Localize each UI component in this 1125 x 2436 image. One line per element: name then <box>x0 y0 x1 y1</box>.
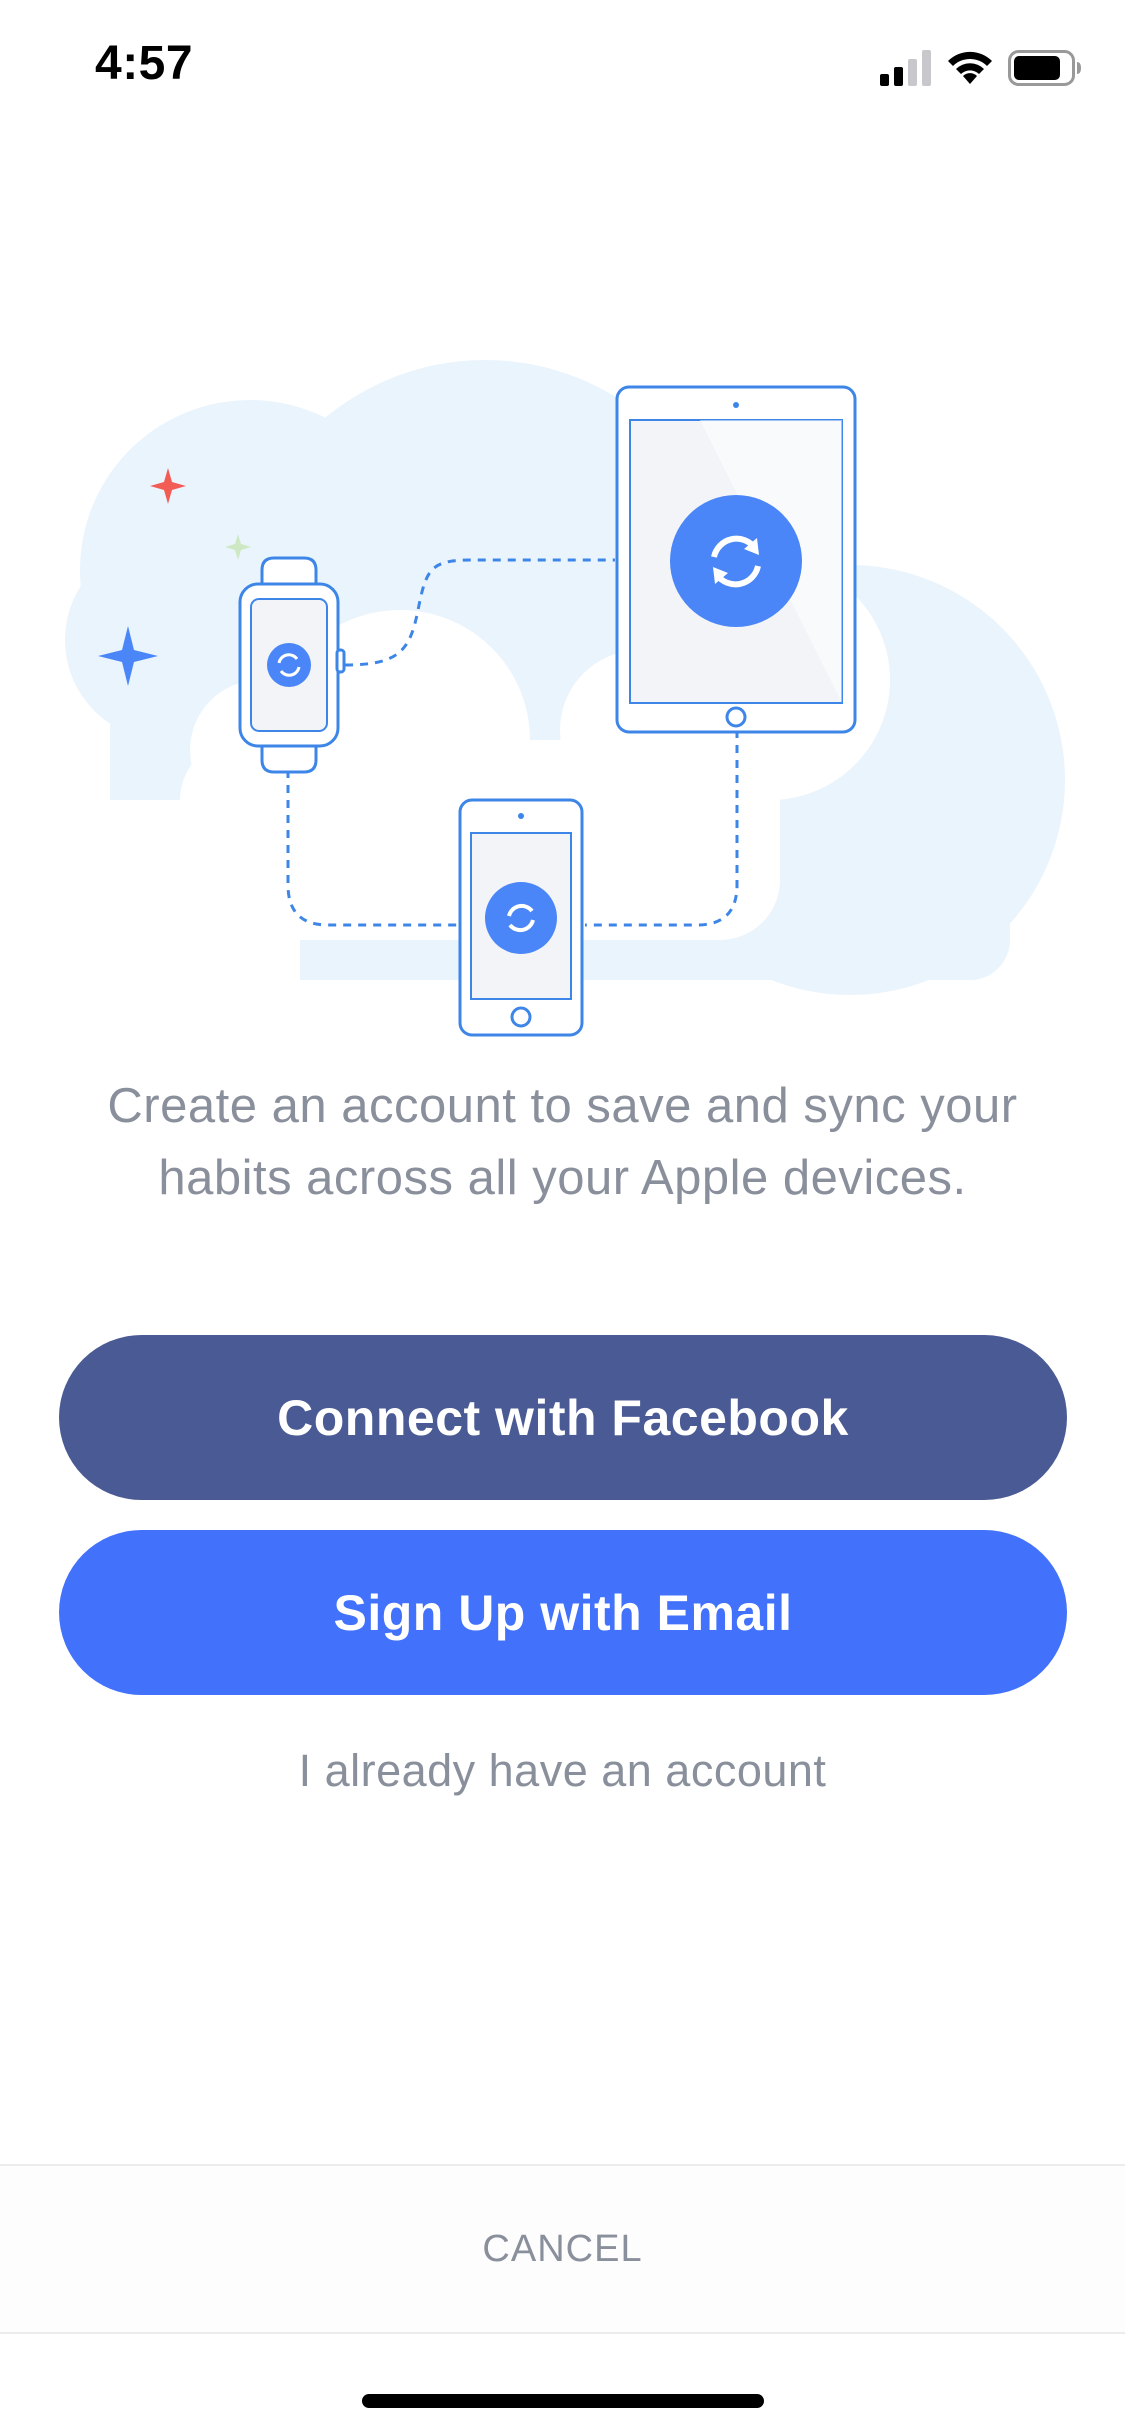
signup-email-button[interactable]: Sign Up with Email <box>59 1530 1067 1695</box>
battery-icon <box>1008 50 1081 86</box>
signup-screen: 4:57 Create an account to save and sync … <box>0 0 1125 2436</box>
ipad-device-icon <box>615 385 857 734</box>
description-text: Create an account to save and sync your … <box>107 1079 1018 1205</box>
home-indicator[interactable] <box>362 2394 764 2408</box>
wifi-icon <box>948 51 992 84</box>
cancel-button[interactable]: CANCEL <box>0 2166 1125 2332</box>
sync-devices-illustration <box>0 360 1065 1040</box>
connect-facebook-button[interactable]: Connect with Facebook <box>59 1335 1067 1500</box>
divider <box>0 2332 1125 2334</box>
watch-device-icon <box>238 556 346 774</box>
status-bar: 4:57 <box>0 0 1125 140</box>
status-time: 4:57 <box>95 37 194 90</box>
existing-account-link[interactable]: I already have an account <box>0 1745 1125 1797</box>
iphone-device-icon <box>458 798 584 1037</box>
signal-icon <box>880 50 931 86</box>
